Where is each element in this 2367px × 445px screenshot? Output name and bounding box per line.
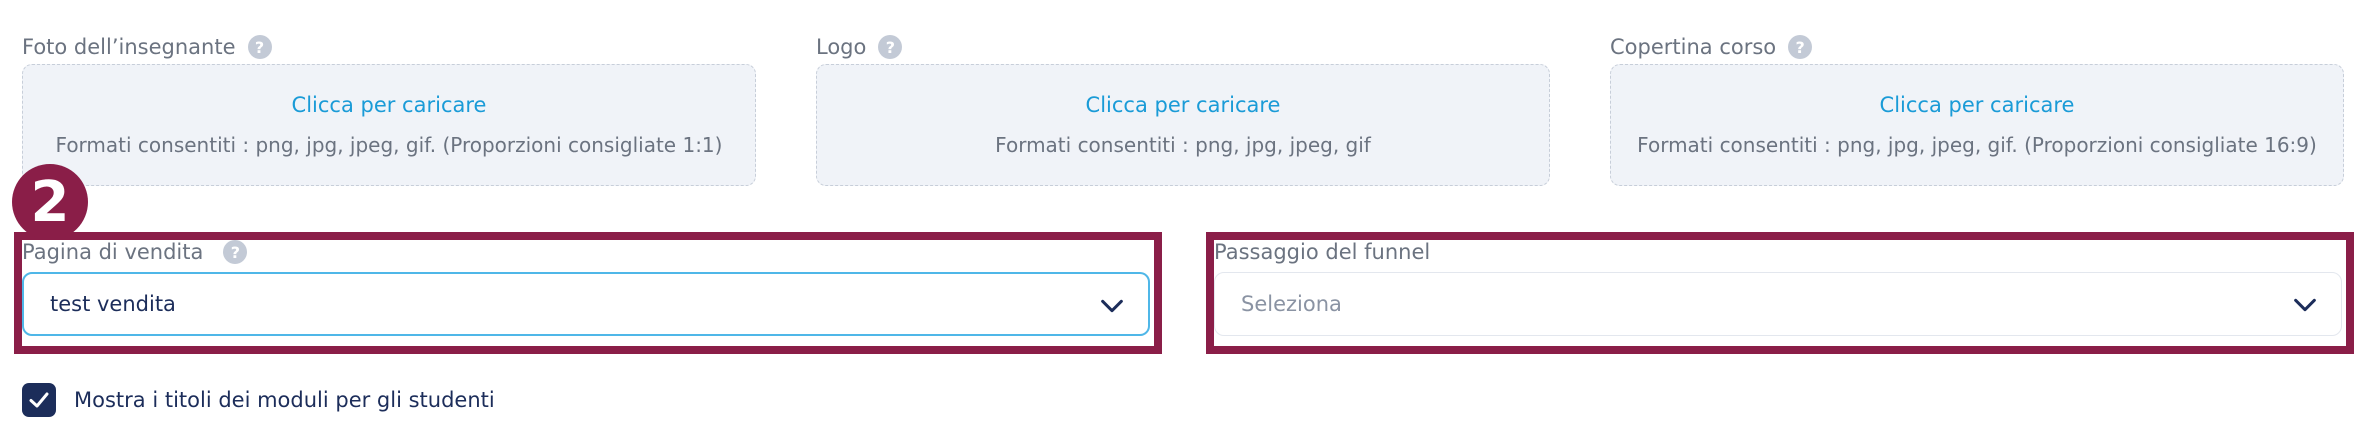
sales-page-value: test vendita [50,292,176,316]
teacher-photo-dropzone[interactable]: Clicca per caricare Formati consentiti :… [22,64,756,186]
funnel-step-label-row: Passaggio del funnel [1214,236,1430,268]
funnel-step-label: Passaggio del funnel [1214,240,1431,264]
upload-hint: Formati consentiti : png, jpg, jpeg, gif [995,133,1371,157]
upload-label: Logo [816,35,867,59]
upload-teacher-photo: Foto dell’insegnante ? Clicca per carica… [22,30,756,186]
upload-link[interactable]: Clicca per caricare [1880,93,2075,117]
help-icon[interactable]: ? [247,35,272,59]
help-icon[interactable]: ? [223,240,248,264]
show-module-titles-row: Mostra i titoli dei moduli per gli stude… [22,383,495,417]
checkmark-icon [29,392,49,408]
funnel-step-select[interactable]: Seleziona [1214,272,2342,336]
upload-hint: Formati consentiti : png, jpg, jpeg, gif… [1637,133,2317,157]
upload-link[interactable]: Clicca per caricare [292,93,487,117]
upload-link[interactable]: Clicca per caricare [1086,93,1281,117]
upload-label-row: Copertina corso ? [1610,30,2344,64]
upload-label: Foto dell’insegnante [22,35,236,59]
sales-page-label: Pagina di vendita [22,240,204,264]
chevron-down-icon[interactable] [2291,291,2319,319]
show-module-titles-label[interactable]: Mostra i titoli dei moduli per gli stude… [74,388,495,412]
sales-page-select[interactable]: test vendita [22,272,1150,336]
upload-hint: Formati consentiti : png, jpg, jpeg, gif… [55,133,723,157]
upload-course-cover: Copertina corso ? Clicca per caricare Fo… [1610,30,2344,186]
funnel-step-placeholder: Seleziona [1241,292,1342,316]
step-badge: 2 [12,164,88,240]
upload-label-row: Foto dell’insegnante ? [22,30,756,64]
chevron-down-icon[interactable] [1098,292,1126,320]
upload-label: Copertina corso [1610,35,1777,59]
help-icon[interactable]: ? [1788,35,1813,59]
logo-dropzone[interactable]: Clicca per caricare Formati consentiti :… [816,64,1550,186]
course-cover-dropzone[interactable]: Clicca per caricare Formati consentiti :… [1610,64,2344,186]
upload-label-row: Logo ? [816,30,1550,64]
show-module-titles-checkbox[interactable] [22,383,56,417]
help-icon[interactable]: ? [878,35,903,59]
upload-logo: Logo ? Clicca per caricare Formati conse… [816,30,1550,186]
sales-page-label-row: Pagina di vendita ? [22,236,248,268]
